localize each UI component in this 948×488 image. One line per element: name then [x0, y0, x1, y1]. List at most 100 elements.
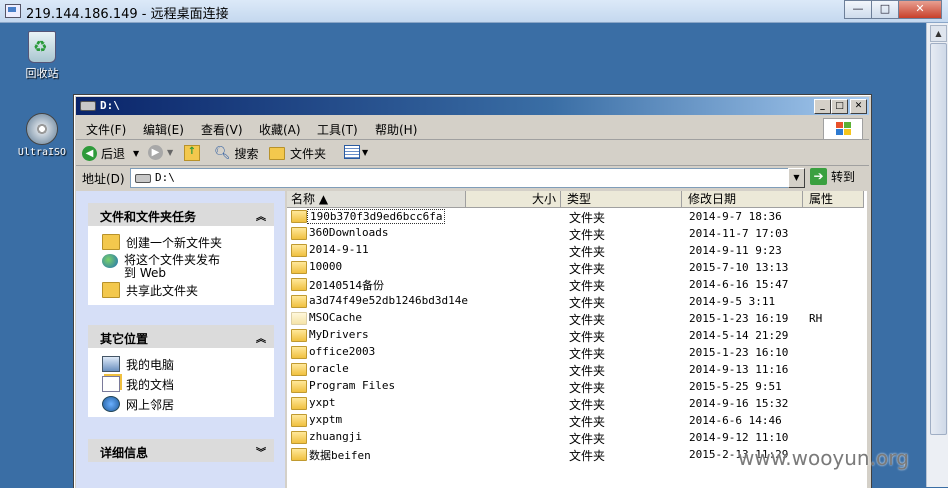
- scrollbar-thumb[interactable]: [930, 43, 947, 435]
- column-type-label: 类型: [567, 192, 592, 206]
- file-list: 名称 ▲ 大小 类型 修改日期 属性 190b370f3d9ed6bcc6fa 文…: [287, 191, 867, 488]
- folder-icon: [291, 278, 307, 291]
- maximize-button[interactable]: □: [831, 99, 848, 114]
- file-name: MyDrivers: [309, 328, 369, 341]
- file-row[interactable]: Program Files 文件夹 2015-5-25 9:51: [287, 378, 867, 395]
- file-row[interactable]: zhuangji 文件夹 2014-9-12 11:10: [287, 429, 867, 446]
- file-name: yxpt: [309, 396, 336, 409]
- task-publish-web[interactable]: 将这个文件夹发布到 Web: [102, 254, 222, 280]
- collapse-chevron-icon[interactable]: ︽: [256, 330, 266, 345]
- place-my-documents[interactable]: 我的文档: [102, 376, 174, 393]
- forward-button[interactable]: ▶ ▼: [148, 145, 173, 160]
- folder-icon: [291, 312, 307, 325]
- column-attributes[interactable]: 属性: [803, 191, 864, 208]
- folders-button[interactable]: 文件夹: [269, 145, 326, 162]
- folder-icon: [291, 363, 307, 376]
- minimize-button[interactable]: _: [814, 99, 831, 114]
- file-name: 20140514备份: [309, 279, 384, 292]
- menu-tools[interactable]: 工具(T): [317, 121, 358, 138]
- new-folder-icon: [102, 234, 120, 250]
- drive-icon: [80, 101, 96, 111]
- task-new-folder[interactable]: 创建一个新文件夹: [102, 234, 222, 251]
- column-type[interactable]: 类型: [561, 191, 682, 208]
- file-row[interactable]: MyDrivers 文件夹 2014-5-14 21:29: [287, 327, 867, 344]
- file-name: 数据beifen: [309, 449, 371, 462]
- file-modified: 2014-6-16 15:47: [689, 278, 789, 291]
- search-button[interactable]: 🔍︎ 搜索: [214, 145, 259, 162]
- file-row[interactable]: yxptm 文件夹 2014-6-6 14:46: [287, 412, 867, 429]
- place-my-computer[interactable]: 我的电脑: [102, 356, 174, 373]
- file-modified: 2014-9-13 11:16: [689, 363, 789, 376]
- scroll-up-arrow-icon[interactable]: ▲: [930, 25, 947, 42]
- expand-chevron-icon[interactable]: ︾: [256, 444, 266, 459]
- file-name: oracle: [309, 362, 349, 375]
- file-row[interactable]: 190b370f3d9ed6bcc6fa 文件夹 2014-9-7 18:36: [287, 208, 867, 225]
- file-tasks-header[interactable]: 文件和文件夹任务 ︽: [88, 203, 274, 226]
- column-name[interactable]: 名称 ▲: [287, 191, 466, 208]
- folder-icon: [291, 380, 307, 393]
- rdp-vertical-scrollbar[interactable]: ▲: [926, 23, 948, 487]
- menu-help[interactable]: 帮助(H): [375, 121, 417, 138]
- rdp-window-title: 219.144.186.149 - 远程桌面连接: [26, 7, 229, 22]
- file-name: 360Downloads: [309, 226, 389, 239]
- file-modified: 2014-9-12 11:10: [689, 431, 789, 444]
- place-label: 网上邻居: [126, 398, 175, 412]
- rdp-maximize-button[interactable]: □: [871, 0, 899, 19]
- chevron-down-icon[interactable]: ▼: [133, 149, 139, 158]
- desktop-icon-recycle-bin[interactable]: 回收站: [12, 31, 72, 81]
- file-type: 文件夹: [569, 398, 606, 412]
- column-size-label: 大小: [531, 192, 556, 206]
- file-type: 文件夹: [569, 415, 606, 429]
- column-modified[interactable]: 修改日期: [682, 191, 803, 208]
- folder-icon: [291, 346, 307, 359]
- details-header[interactable]: 详细信息 ︾: [88, 439, 274, 462]
- task-share-folder[interactable]: 共享此文件夹: [102, 282, 198, 299]
- watermark: www.wooyun.org: [738, 446, 909, 470]
- chevron-down-icon[interactable]: ▼: [167, 148, 173, 157]
- chevron-down-icon[interactable]: ▼: [362, 148, 368, 157]
- file-row[interactable]: 10000 文件夹 2015-7-10 13:13: [287, 259, 867, 276]
- column-size[interactable]: 大小: [466, 191, 561, 208]
- address-dropdown-icon[interactable]: ▼: [788, 168, 805, 188]
- up-folder-button[interactable]: ↑: [184, 145, 200, 161]
- file-row[interactable]: MSOCache 文件夹 2015-1-23 16:19 RH: [287, 310, 867, 327]
- rdp-minimize-button[interactable]: —: [844, 0, 872, 19]
- menu-file[interactable]: 文件(F): [86, 121, 126, 138]
- file-row[interactable]: a3d74f49e52db1246bd3d14e 文件夹 2014-9-5 3:11: [287, 293, 867, 310]
- address-value: D:\: [155, 171, 175, 184]
- address-label: 地址(D): [82, 172, 125, 186]
- collapse-chevron-icon[interactable]: ︽: [256, 208, 266, 223]
- menu-favorites[interactable]: 收藏(A): [259, 121, 301, 138]
- file-name: Program Files: [309, 379, 396, 392]
- back-button[interactable]: ◀ 后退 ▼: [82, 145, 139, 162]
- views-icon: [344, 145, 360, 159]
- file-row[interactable]: 20140514备份 文件夹 2014-6-16 15:47: [287, 276, 867, 293]
- file-row[interactable]: 2014-9-11 文件夹 2014-9-11 9:23: [287, 242, 867, 259]
- desktop-icon-label: 回收站: [25, 67, 59, 80]
- file-row[interactable]: yxpt 文件夹 2014-9-16 15:32: [287, 395, 867, 412]
- column-modified-label: 修改日期: [688, 192, 737, 206]
- panel-title: 详细信息: [100, 446, 149, 460]
- file-row[interactable]: 360Downloads 文件夹 2014-11-7 17:03: [287, 225, 867, 242]
- other-places-header[interactable]: 其它位置 ︽: [88, 325, 274, 348]
- file-type: 文件夹: [569, 449, 606, 463]
- file-row[interactable]: oracle 文件夹 2014-9-13 11:16: [287, 361, 867, 378]
- views-button[interactable]: ▼: [344, 145, 368, 159]
- menu-edit[interactable]: 编辑(E): [143, 121, 184, 138]
- my-documents-icon: [102, 376, 120, 392]
- desktop-icon-ultraiso[interactable]: UltraISO: [12, 113, 72, 158]
- file-name: 2014-9-11: [309, 243, 369, 256]
- menu-view[interactable]: 查看(V): [201, 121, 243, 138]
- rdp-close-button[interactable]: ✕: [898, 0, 942, 19]
- close-button[interactable]: ✕: [850, 99, 867, 114]
- go-button[interactable]: ➔ 转到: [810, 168, 855, 185]
- desktop-icon-label: UltraISO: [17, 147, 67, 158]
- file-name: 10000: [309, 260, 343, 273]
- file-type: 文件夹: [569, 313, 606, 327]
- file-modified: 2014-11-7 17:03: [689, 227, 789, 240]
- place-network[interactable]: 网上邻居: [102, 396, 174, 413]
- column-name-label: 名称 ▲: [291, 192, 329, 206]
- file-row[interactable]: office2003 文件夹 2015-1-23 16:10: [287, 344, 867, 361]
- address-input[interactable]: D:\ ▼: [130, 168, 805, 188]
- explorer-title: D:\: [100, 99, 120, 112]
